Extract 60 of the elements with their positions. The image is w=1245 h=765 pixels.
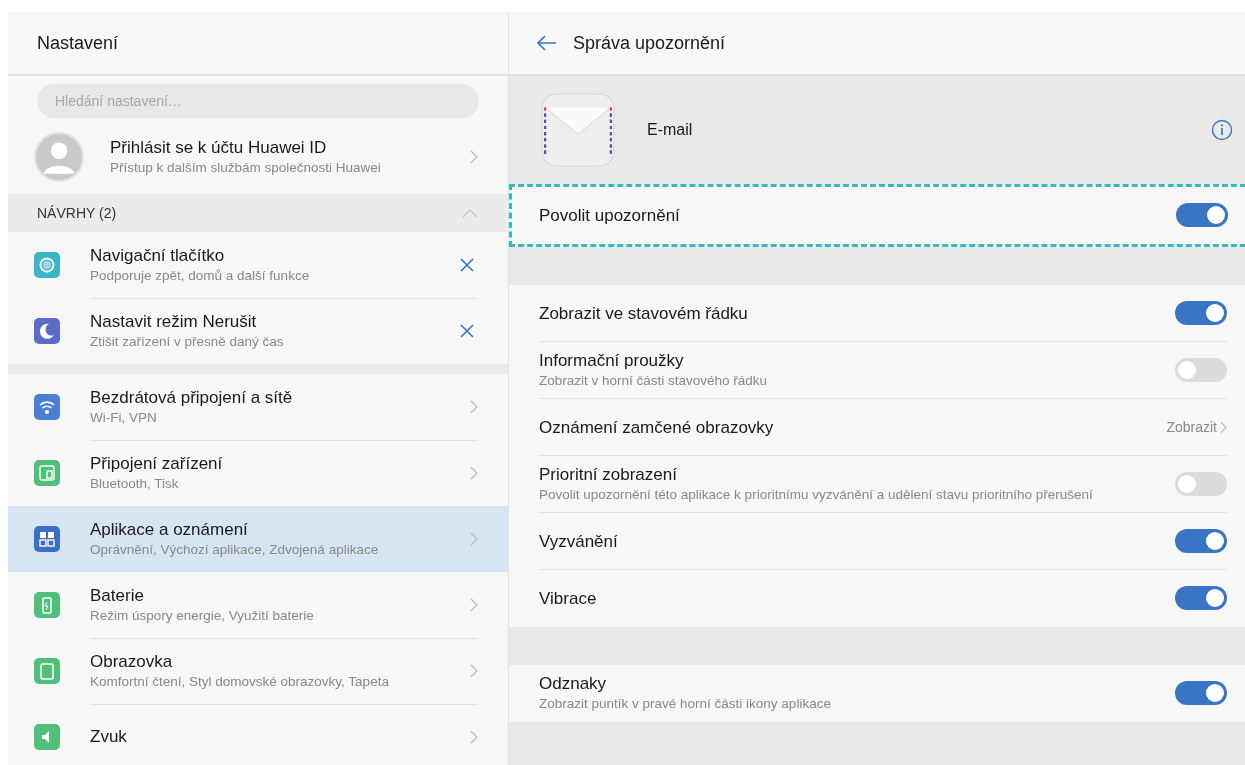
app-name: E-mail [647, 121, 694, 139]
toggle-switch[interactable] [1175, 301, 1227, 325]
chevron-right-icon [1220, 420, 1227, 434]
setting-title: Prioritní zobrazení [539, 464, 678, 485]
item-title: Zvuk [90, 726, 128, 747]
chevron-right-icon [470, 597, 478, 612]
setting-title: Povolit upozornění [539, 204, 681, 226]
suggestion-subtitle: Ztišit zařízení v přesně daný čas [90, 332, 285, 351]
item-title: Obrazovka [90, 650, 174, 672]
back-arrow-icon[interactable] [537, 35, 557, 51]
item-subtitle: Režim úspory energie, Využití baterie [90, 606, 315, 625]
item-subtitle: Wi-Fi, VPN [90, 408, 158, 427]
account-title[interactable]: Přihlásit se k účtu Huawei ID [110, 137, 470, 158]
setting-title: Odznaky [539, 673, 608, 694]
toggle-switch[interactable] [1175, 529, 1227, 553]
item-title: Bezdrátová připojení a sítě [90, 386, 294, 408]
item-subtitle: Komfortní čtení, Styl domovské obrazovky, Tapeta [90, 672, 390, 691]
item-subtitle: Bluetooth, Tisk [90, 474, 180, 493]
settings-item[interactable]: Zvuk [8, 704, 508, 765]
setting-title: Vyzvánění [539, 530, 619, 552]
info-icon[interactable] [1211, 119, 1233, 141]
settings-item[interactable]: Bezdrátová připojení a sítě Wi-Fi, VPN [8, 374, 508, 440]
toggle-switch[interactable] [1175, 472, 1227, 496]
toggle-switch[interactable] [1175, 681, 1227, 705]
close-icon[interactable] [460, 323, 474, 338]
toggle-switch[interactable] [1175, 358, 1227, 382]
setting-title: Informační proužky [539, 350, 685, 371]
setting-subtitle: Zobrazit v horní části stavového řádku [539, 372, 769, 390]
search-field[interactable]: Hledání nastavení… [37, 84, 479, 118]
setting-title: Zobrazit ve stavovém řádku [539, 302, 749, 324]
chevron-right-icon [470, 531, 478, 546]
item-subtitle: Oprávnění, Výchozí aplikace, Zdvojená aplikace [90, 540, 380, 559]
setting-title: Vibrace [539, 587, 598, 609]
settings-item[interactable]: Připojení zařízení Bluetooth, Tisk [8, 440, 508, 506]
settings-item[interactable]: Obrazovka Komfortní čtení, Styl domovské obrazovky, Tapeta [8, 638, 508, 704]
suggestion-subtitle: Podporuje zpět, domů a další funkce [90, 266, 311, 285]
setting-subtitle: Povolit upozornění této aplikace k prioritnímu vyzvánění a udělení stavu prioritního přerušení [539, 486, 1094, 504]
suggestions-label: NÁVRHY (2) [37, 205, 117, 221]
item-title: Baterie [90, 584, 145, 606]
chevron-right-icon [470, 465, 478, 480]
chevron-right-icon [470, 399, 478, 414]
chevron-right-icon [470, 663, 478, 678]
envelope-app-icon [541, 93, 615, 167]
setting-subtitle: Zobrazit puntík v pravé horní části ikony aplikace [539, 695, 832, 713]
suggestion-title[interactable]: Nastavit režim Nerušit [90, 310, 460, 332]
avatar-icon [34, 132, 84, 182]
suggestion-title[interactable]: Navigační tlačítko [90, 244, 460, 266]
settings-item[interactable]: Baterie Režim úspory energie, Využití baterie [8, 572, 508, 638]
item-title: Aplikace a oznámení [90, 518, 249, 540]
setting-title: Oznámení zamčené obrazovky [539, 416, 775, 438]
close-icon[interactable] [460, 257, 474, 272]
chevron-right-icon [470, 729, 478, 744]
item-title: Připojení zařízení [90, 452, 224, 474]
account-subtitle: Přístup k dalším službám společnosti Huawei [110, 159, 382, 177]
toggle-switch[interactable] [1176, 203, 1228, 227]
settings-title: Nastavení [37, 32, 119, 54]
page-title: Správa upozornění [573, 32, 726, 54]
chevron-right-icon [470, 150, 478, 164]
toggle-switch[interactable] [1175, 586, 1227, 610]
settings-item[interactable]: Aplikace a oznámení Oprávnění, Výchozí aplikace, Zdvojená aplikace [8, 506, 508, 572]
